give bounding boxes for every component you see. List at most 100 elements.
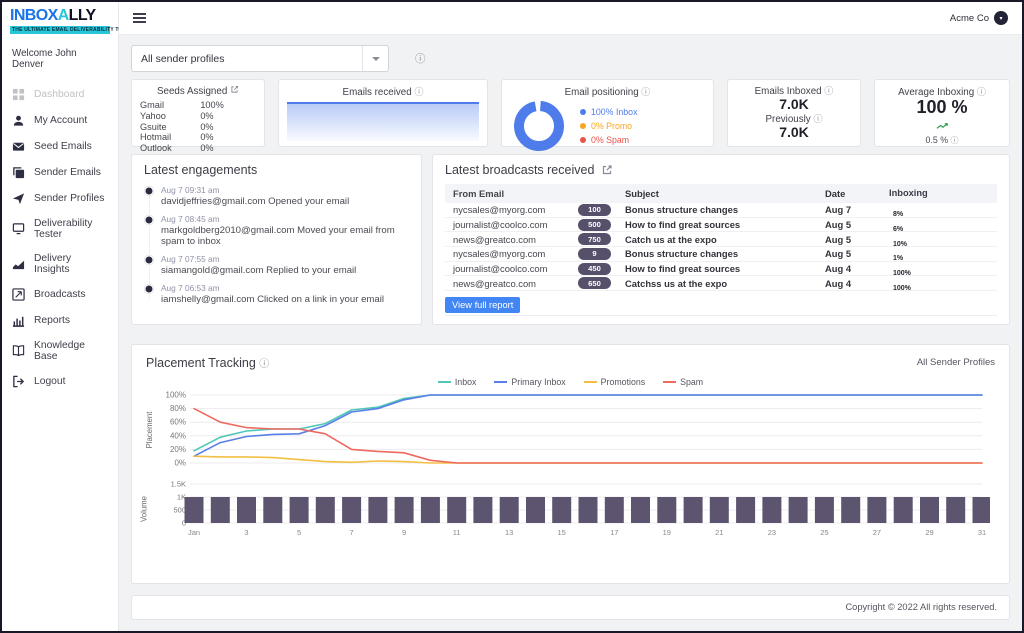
legend-dash [438,381,451,383]
seed-row: Hotmail0% [140,132,256,143]
placement-axis-label: Placement [145,412,154,449]
sidebar-item-sender-profiles[interactable]: Sender Profiles [2,185,118,211]
svg-text:23: 23 [768,528,776,537]
sidebar-item-sender-emails[interactable]: Sender Emails [2,159,118,185]
sidebar-item-deliverability-tester[interactable]: Deliverability Tester [2,211,118,246]
table-row[interactable]: nycsales@myorg.com100 Bonus structure ch… [445,203,997,218]
table-row[interactable]: journalist@coolco.com450 How to find gre… [445,262,997,277]
info-icon[interactable]: ⓘ [414,87,423,97]
svg-text:29: 29 [925,528,933,537]
account-menu[interactable]: Acme Co ▾ [950,11,1008,25]
sidebar-item-dashboard[interactable]: Dashboard [2,81,118,107]
latest-broadcasts-title: Latest broadcasts received [445,163,594,177]
seed-row: Gsuite0% [140,122,256,133]
legend-dot [580,137,586,143]
svg-text:1.5K: 1.5K [171,480,186,489]
svg-text:31: 31 [978,528,986,537]
info-icon[interactable]: ⓘ [415,51,426,66]
legend-item-promo[interactable]: 0% Promo [580,121,637,131]
trend-up-icon [880,117,1004,135]
sidebar-item-broadcasts[interactable]: Broadcasts [2,281,118,307]
list-item[interactable]: Aug 7 07:55 am siamangold@gmail.com Repl… [144,254,409,276]
svg-text:500: 500 [173,506,186,515]
svg-text:60%: 60% [170,418,186,427]
placement-line-chart: 0%20%40%60%80%100% [146,389,990,471]
list-item[interactable]: Aug 7 08:45 am markgoldberg2010@gmail.co… [144,214,409,247]
placement-scope-label: All Sender Profiles [917,357,995,368]
emails-received-card: Emails received ⓘ [278,79,488,147]
external-link-icon[interactable] [601,164,613,176]
sidebar-item-logout[interactable]: Logout [2,368,118,394]
count-badge: 500 [578,219,611,231]
sidebar-item-my-account[interactable]: My Account [2,107,118,133]
count-badge: 450 [578,263,611,275]
legend-item-spam[interactable]: Spam [663,377,703,387]
seed-row: Yahoo0% [140,111,256,122]
external-link-icon[interactable] [230,85,239,94]
info-icon[interactable]: ⓘ [259,359,269,370]
engagement-icon [144,215,154,225]
volume-axis-label: Volume [140,496,149,522]
volume-bar-chart: 05001K1.5KJan35791113151719212325272931 [146,479,990,539]
logo[interactable]: INBOXALLY THE ULTIMATE EMAIL DELIVERABIL… [2,2,118,39]
logout-icon [12,375,25,388]
legend-dot [580,109,586,115]
account-name: Acme Co [950,13,989,24]
legend-item-inbox[interactable]: Inbox [438,377,477,387]
sidebar-item-delivery-insights[interactable]: Delivery Insights [2,246,118,281]
average-inboxing-delta: 0.5 % [926,135,949,145]
svg-text:19: 19 [663,528,671,537]
legend-dash [494,381,507,383]
table-row[interactable]: nycsales@myorg.com9 Bonus structure chan… [445,247,997,262]
table-row[interactable]: journalist@coolco.com500 How to find gre… [445,218,997,233]
svg-text:0%: 0% [174,459,186,468]
dashboard-icon [12,88,25,101]
svg-text:3: 3 [244,528,248,537]
sender-profiles-select[interactable]: All sender profiles [131,45,389,72]
count-badge: 9 [578,248,611,260]
sidebar-item-reports[interactable]: Reports [2,307,118,333]
view-full-report-button[interactable]: View full report [445,297,520,313]
legend-item-inbox[interactable]: 100% Inbox [580,107,637,117]
count-badge: 750 [578,233,611,245]
engagement-icon [144,284,154,294]
info-icon[interactable]: ⓘ [824,86,833,96]
sidebar: INBOXALLY THE ULTIMATE EMAIL DELIVERABIL… [2,2,119,631]
positioning-donut-chart [512,99,566,153]
sidebar-item-seed-emails[interactable]: Seed Emails [2,133,118,159]
engagement-icon [144,255,154,265]
info-icon[interactable]: ⓘ [813,114,822,124]
book-icon [12,344,25,357]
svg-text:Jan: Jan [188,528,200,537]
info-icon[interactable]: ⓘ [641,87,650,97]
monitor-icon [12,222,25,235]
svg-text:27: 27 [873,528,881,537]
svg-text:25: 25 [820,528,828,537]
latest-engagements-title: Latest engagements [144,163,409,177]
dashboard-content: All sender profiles ⓘ Seeds Assigned Gma… [119,35,1022,631]
send-icon [12,192,25,205]
emails-received-area-chart [287,102,479,141]
seeds-assigned-title: Seeds Assigned [140,85,256,97]
info-icon[interactable]: ⓘ [950,136,958,145]
chevron-down-icon [362,46,388,71]
logo-text: INBOXALLY [10,8,110,24]
table-header: From Email Subject Date Inboxing [445,184,997,203]
menu-icon[interactable] [133,13,146,23]
list-item[interactable]: Aug 7 09:31 am davidjeffries@gmail.com O… [144,185,409,207]
svg-text:11: 11 [453,528,461,537]
svg-text:40%: 40% [170,431,186,440]
sender-profiles-value: All sender profiles [141,53,224,65]
legend-item-spam[interactable]: 0% Spam [580,135,637,145]
info-icon[interactable]: ⓘ [977,87,986,97]
table-row[interactable]: news@greatco.com650 Catchss us at the ex… [445,276,997,291]
sidebar-item-knowledge-base[interactable]: Knowledge Base [2,333,118,368]
table-row[interactable]: news@greatco.com750 Catch us at the expo… [445,232,997,247]
placement-legend: Inbox Primary Inbox Promotions Spam [146,377,995,387]
list-item[interactable]: Aug 7 06:53 am iamshelly@gmail.com Click… [144,283,409,305]
sidebar-nav: Dashboard My Account Seed Emails Sender … [2,81,118,394]
legend-item-primary-inbox[interactable]: Primary Inbox [494,377,565,387]
emails-inboxed-previous-value: 7.0K [732,125,856,140]
legend-item-promotions[interactable]: Promotions [584,377,646,387]
svg-text:13: 13 [505,528,513,537]
